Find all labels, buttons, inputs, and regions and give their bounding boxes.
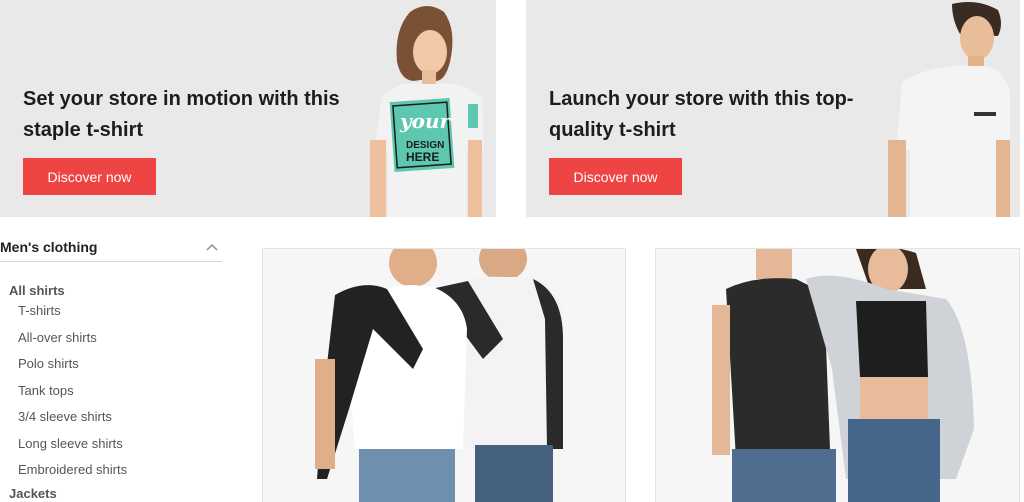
sidebar-item-tshirts[interactable]: T-shirts [18, 298, 222, 325]
promo-banner-quality-tshirt: Launch your store with this top-quality … [526, 0, 1020, 217]
sidebar-item-tank-tops[interactable]: Tank tops [18, 378, 222, 405]
banner-heading: Set your store in motion with this stapl… [23, 88, 340, 141]
mens-clothing-toggle[interactable]: Men's clothing [0, 232, 222, 262]
sidebar-item-all-over-shirts[interactable]: All-over shirts [18, 325, 222, 352]
product-card-raglan-tshirt[interactable] [262, 248, 626, 502]
banner-heading: Launch your store with this top-quality … [549, 88, 854, 141]
sidebar-subcategory-list: T-shirts All-over shirts Polo shirts Tan… [18, 298, 222, 484]
discover-now-button[interactable]: Discover now [23, 158, 156, 195]
sidebar-section-jackets[interactable]: Jackets [9, 486, 222, 501]
print-word-your: your [399, 109, 452, 133]
sidebar-item-polo-shirts[interactable]: Polo shirts [18, 351, 222, 378]
sidebar-item-three-quarter-sleeve[interactable]: 3/4 sleeve shirts [18, 404, 222, 431]
product-image-women-apparel [656, 249, 1019, 502]
category-sidebar: Men's clothing All shirts T-shirts All-o… [0, 232, 222, 501]
sidebar-item-long-sleeve[interactable]: Long sleeve shirts [18, 431, 222, 458]
discover-now-button[interactable]: Discover now [549, 158, 682, 195]
woman-model-image: your DESIGN HERE [370, 6, 484, 217]
man-model-image [888, 2, 1010, 217]
chevron-up-icon [206, 243, 218, 250]
promo-banner-staple-tshirt: Set your store in motion with this stapl… [0, 0, 496, 217]
product-card-women-apparel[interactable] [655, 248, 1020, 502]
sidebar-item-embroidered[interactable]: Embroidered shirts [18, 457, 222, 484]
sidebar-title: Men's clothing [0, 238, 98, 255]
sidebar-section-all-shirts[interactable]: All shirts [9, 283, 222, 298]
product-image-men-tshirts [263, 249, 625, 502]
print-word-here: HERE [406, 150, 439, 164]
